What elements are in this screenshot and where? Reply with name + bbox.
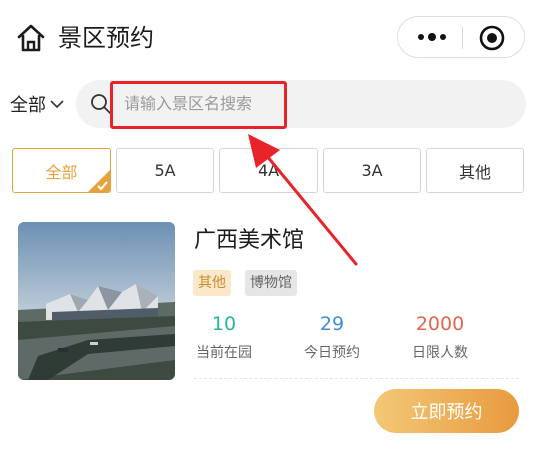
scenic-spot-photo xyxy=(18,222,175,380)
tab-label: 4A xyxy=(257,161,280,180)
stat-daily-limit: 2000 日限人数 xyxy=(390,310,490,364)
stat-current-visitors: 10 当前在园 xyxy=(174,310,274,364)
tag-badge: 其他 xyxy=(193,270,231,296)
chevron-down-icon xyxy=(50,100,64,109)
tab-other[interactable]: 其他 xyxy=(426,148,524,193)
tab-3a[interactable]: 3A xyxy=(323,148,421,193)
tab-label: 其他 xyxy=(458,162,491,182)
more-dots-icon[interactable] xyxy=(412,23,452,51)
stat-label: 当前在园 xyxy=(196,345,252,361)
mini-program-capsule xyxy=(397,16,525,58)
book-now-button[interactable]: 立即预约 xyxy=(374,389,519,433)
stat-value: 10 xyxy=(211,313,237,335)
card-divider xyxy=(194,378,519,379)
stat-today-bookings: 29 今日预约 xyxy=(282,310,382,364)
search-icon xyxy=(91,94,111,114)
stat-label: 今日预约 xyxy=(304,345,360,361)
grade-tabs: 全部 5A 4A 3A 其他 xyxy=(12,148,528,194)
tab-label: 全部 xyxy=(45,162,78,182)
capsule-divider xyxy=(462,27,463,49)
target-circle-icon[interactable] xyxy=(478,24,506,52)
tab-label: 5A xyxy=(154,161,176,180)
tab-label: 3A xyxy=(361,161,383,180)
stat-value: 29 xyxy=(319,313,345,335)
tab-4a[interactable]: 4A xyxy=(219,148,318,193)
category-dropdown[interactable]: 全部 xyxy=(10,90,64,118)
stat-value: 2000 xyxy=(415,313,465,335)
nav-bar: 景区预约 xyxy=(0,0,540,80)
check-corner-icon xyxy=(88,170,110,192)
tab-5a[interactable]: 5A xyxy=(116,148,214,193)
category-dropdown-label: 全部 xyxy=(10,95,46,116)
stat-label: 日限人数 xyxy=(412,345,468,361)
scenic-spot-card[interactable]: 广西美术馆 其他 博物馆 10 当前在园 29 今日预约 2000 日限人数 立… xyxy=(0,210,540,451)
home-icon[interactable] xyxy=(16,24,46,52)
annotation-highlight-box xyxy=(110,81,287,129)
page-title: 景区预约 xyxy=(58,24,154,52)
tab-all[interactable]: 全部 xyxy=(12,148,111,193)
scenic-spot-title: 广西美术馆 xyxy=(194,228,305,253)
tag-badge: 博物馆 xyxy=(245,270,297,296)
